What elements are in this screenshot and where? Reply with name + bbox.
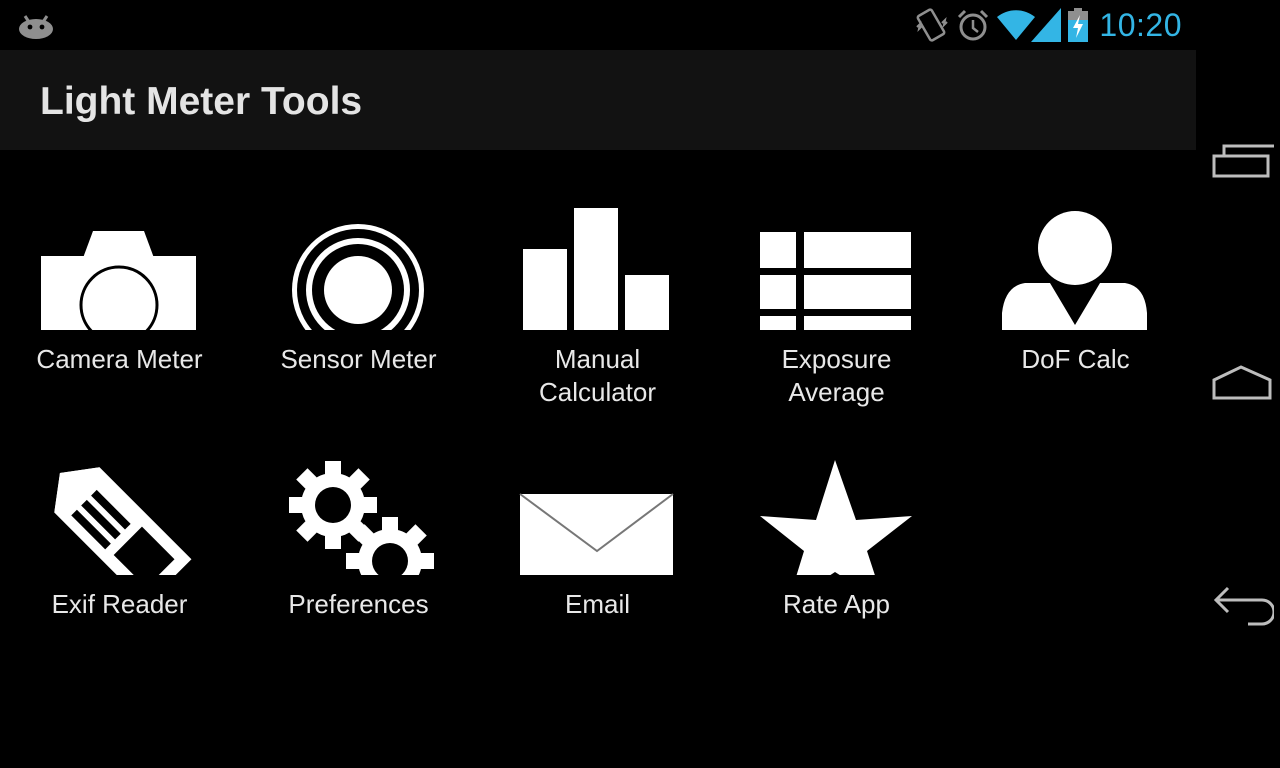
tile-rate-app[interactable]: Rate App [717, 395, 956, 640]
tile-label: Sensor Meter [280, 344, 437, 374]
home-icon[interactable] [1204, 358, 1274, 410]
status-icons: 10:20 [907, 6, 1182, 44]
recent-apps-icon[interactable] [1204, 134, 1274, 186]
tile-sensor-meter[interactable]: Sensor Meter [239, 150, 478, 395]
tile-label: Rate App [783, 589, 890, 619]
envelope-icon [519, 493, 674, 575]
tools-grid: Camera Meter Sensor Meter Manual Calcula… [0, 150, 1196, 768]
navigation-bar [1196, 0, 1280, 768]
bar-chart-icon [523, 208, 669, 330]
tile-label: Exif Reader [51, 589, 188, 619]
signal-icon [1031, 8, 1062, 42]
battery-charging-icon [1068, 8, 1089, 42]
alarm-icon [958, 9, 989, 41]
person-icon [1002, 211, 1147, 330]
star-icon [760, 460, 912, 575]
sensor-ring-icon [292, 224, 424, 330]
tile-label: Preferences [288, 589, 429, 619]
tile-exif-reader[interactable]: Exif Reader [0, 395, 239, 640]
gears-icon [289, 461, 434, 575]
list-table-icon [760, 232, 911, 330]
status-bar: 10:20 [0, 0, 1196, 50]
action-bar: Light Meter Tools [0, 50, 1196, 150]
vibrate-icon [916, 8, 949, 42]
tile-manual-calculator[interactable]: Manual Calculator [478, 150, 717, 407]
tile-preferences[interactable]: Preferences [239, 395, 478, 640]
tile-label: DoF Calc [1021, 344, 1130, 374]
tile-label: Email [564, 589, 630, 619]
tile-camera-meter[interactable]: Camera Meter [0, 150, 239, 395]
tile-email[interactable]: Email [478, 395, 717, 640]
camera-icon [41, 231, 196, 330]
app-title: Light Meter Tools [40, 80, 363, 123]
tile-dof-calc[interactable]: DoF Calc [956, 150, 1195, 395]
status-clock: 10:20 [1099, 6, 1182, 43]
back-icon[interactable] [1204, 580, 1274, 632]
tile-exposure-average[interactable]: Exposure Average [717, 150, 956, 407]
wifi-icon [997, 10, 1036, 41]
android-notification-icon [19, 15, 53, 39]
tile-label: Camera Meter [36, 344, 203, 374]
tag-icon [54, 467, 192, 575]
